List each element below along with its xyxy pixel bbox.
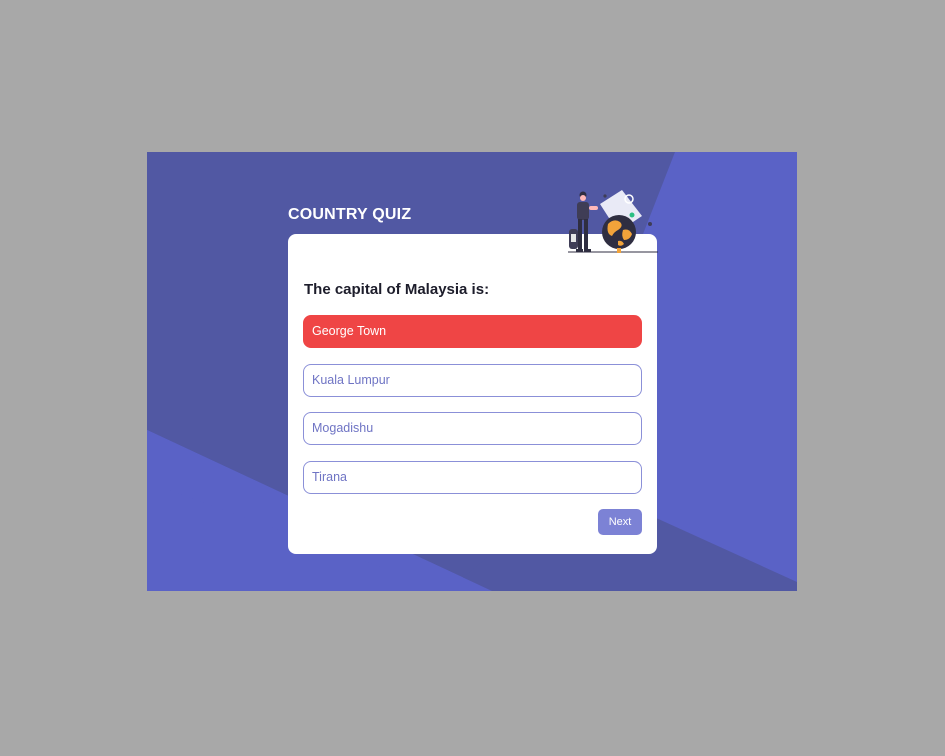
question-text: The capital of Malaysia is: <box>304 281 490 298</box>
answer-option-a[interactable]: George Town <box>303 315 642 348</box>
answer-option-label: Tirana <box>312 470 347 484</box>
quiz-viewport: COUNTRY QUIZ The capital of Malaysia is:… <box>147 152 797 591</box>
next-button[interactable]: Next <box>598 509 642 535</box>
quiz-card: The capital of Malaysia is: George Town … <box>288 234 657 554</box>
app-title: COUNTRY QUIZ <box>288 206 412 223</box>
answer-option-label: Mogadishu <box>312 421 374 435</box>
answer-option-c[interactable]: Mogadishu <box>303 412 642 445</box>
answer-option-label: Kuala Lumpur <box>312 373 390 387</box>
answer-option-label: George Town <box>312 324 387 338</box>
traveler-with-globe-illustration <box>568 190 658 253</box>
answer-option-b[interactable]: Kuala Lumpur <box>303 364 642 397</box>
answer-option-d[interactable]: Tirana <box>303 461 642 494</box>
